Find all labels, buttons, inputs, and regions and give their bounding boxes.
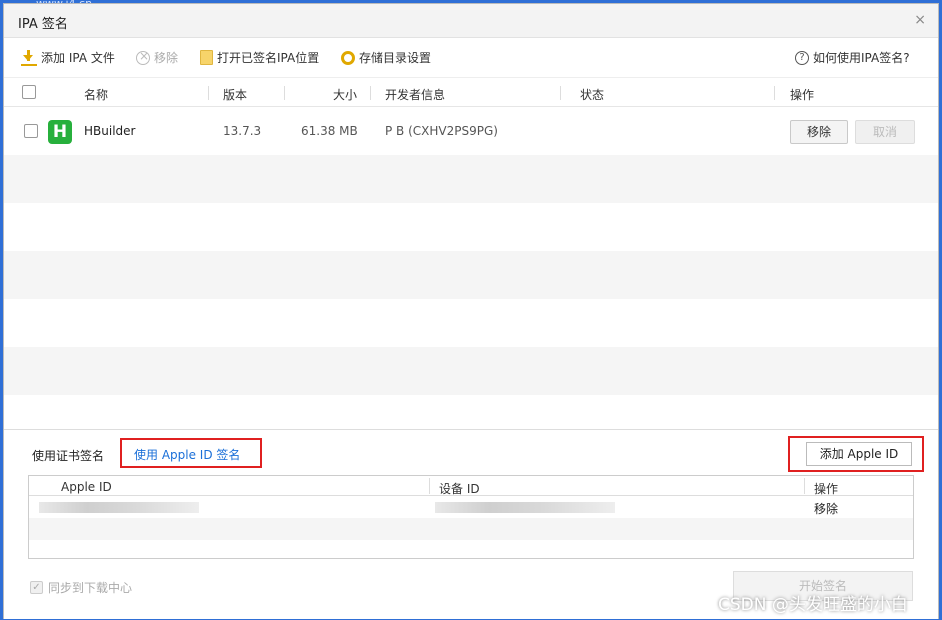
header-divider <box>560 86 561 100</box>
file-table-body: H HBuilder 13.7.3 61.38 MB P B (CXHV2PS9… <box>4 107 938 429</box>
sync-option[interactable]: ✓ 同步到下载中心 <box>30 579 132 596</box>
header-developer: 开发者信息 <box>385 88 446 102</box>
open-folder-label: 打开已签名IPA位置 <box>217 51 320 65</box>
remove-label: 移除 <box>154 51 179 65</box>
header-divider <box>284 86 285 100</box>
help-icon: ? <box>795 50 809 65</box>
apple-id-table-header: Apple ID 设备 ID 操作 <box>29 476 913 496</box>
header-version: 版本 <box>223 88 248 102</box>
app-icon: H <box>48 120 72 144</box>
header-action: 操作 <box>790 88 815 102</box>
row-size: 61.38 MB <box>301 124 358 138</box>
row-name: HBuilder <box>84 124 136 138</box>
tab-cert-sign[interactable]: 使用证书签名 <box>32 447 104 464</box>
tab-apple-id-sign[interactable]: 使用 Apple ID 签名 <box>120 438 262 468</box>
table-row[interactable]: H HBuilder 13.7.3 61.38 MB P B (CXHV2PS9… <box>4 107 938 155</box>
header-divider <box>370 86 371 100</box>
add-ipa-button[interactable]: 添加 IPA 文件 <box>21 49 115 66</box>
watermark: CSDN @头发旺盛的小白 <box>718 595 908 615</box>
empty-row <box>4 299 938 347</box>
header-apple-action: 操作 <box>814 482 839 496</box>
help-label: 如何使用IPA签名? <box>813 51 910 65</box>
storage-settings-label: 存储目录设置 <box>359 51 432 65</box>
header-size: 大小 <box>333 88 358 102</box>
empty-row <box>4 155 938 203</box>
gear-icon <box>341 50 355 65</box>
table-row[interactable]: 移除 <box>29 496 913 518</box>
storage-settings-button[interactable]: 存储目录设置 <box>341 49 431 66</box>
row-version: 13.7.3 <box>223 124 262 138</box>
empty-row <box>4 395 938 429</box>
close-icon[interactable]: × <box>914 12 926 28</box>
sync-label: 同步到下载中心 <box>48 581 133 595</box>
help-link[interactable]: ? 如何使用IPA签名? <box>795 49 910 66</box>
add-ipa-label: 添加 IPA 文件 <box>41 51 115 65</box>
dialog-title: IPA 签名 <box>18 17 68 32</box>
header-apple-id: Apple ID <box>61 480 112 494</box>
empty-row <box>4 347 938 395</box>
empty-row <box>4 203 938 251</box>
ipa-sign-dialog: IPA 签名 × 添加 IPA 文件 移除 打开已签名IPA位置 存储目录设置 … <box>3 3 939 619</box>
row-developer: P B (CXHV2PS9PG) <box>385 124 498 138</box>
row-cancel-button[interactable]: 取消 <box>855 120 915 144</box>
remove-button[interactable]: 移除 <box>136 49 178 66</box>
add-file-icon <box>21 49 37 66</box>
apple-id-value-redacted <box>39 502 199 513</box>
header-divider <box>804 478 805 494</box>
open-signed-folder-button[interactable]: 打开已签名IPA位置 <box>200 49 319 66</box>
header-divider <box>429 478 430 494</box>
device-id-value-redacted <box>435 502 615 513</box>
add-apple-id-highlight: 添加 Apple ID <box>788 436 924 472</box>
select-all-checkbox[interactable] <box>22 85 36 99</box>
dialog-titlebar: IPA 签名 × <box>4 4 938 38</box>
header-divider <box>208 86 209 100</box>
row-remove-button[interactable]: 移除 <box>790 120 848 144</box>
file-table-header: 名称 版本 大小 开发者信息 状态 操作 <box>4 77 938 107</box>
header-name: 名称 <box>84 88 109 102</box>
toolbar: 添加 IPA 文件 移除 打开已签名IPA位置 存储目录设置 ? 如何使用IPA… <box>4 38 938 76</box>
empty-row <box>29 518 913 540</box>
row-checkbox[interactable] <box>24 124 38 138</box>
sync-checkbox[interactable]: ✓ <box>30 581 43 594</box>
add-apple-id-button[interactable]: 添加 Apple ID <box>806 442 912 466</box>
apple-id-remove-button[interactable]: 移除 <box>814 500 838 517</box>
header-divider <box>774 86 775 100</box>
header-status: 状态 <box>580 88 605 102</box>
empty-row <box>4 251 938 299</box>
header-device-id: 设备 ID <box>439 482 480 496</box>
apple-id-table: Apple ID 设备 ID 操作 移除 <box>28 475 914 559</box>
remove-icon <box>136 49 150 65</box>
folder-icon <box>200 50 213 65</box>
